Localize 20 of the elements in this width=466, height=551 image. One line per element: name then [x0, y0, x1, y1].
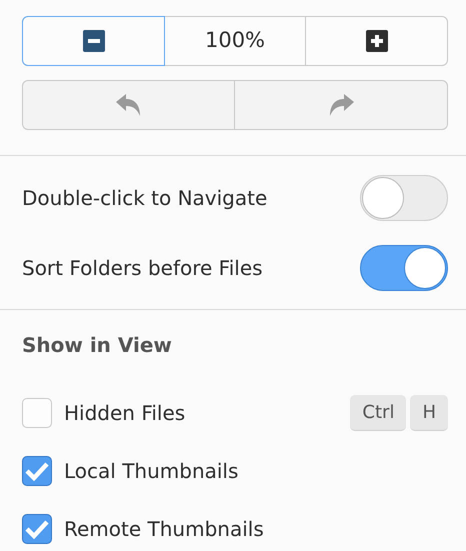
- undo-icon: [116, 94, 142, 116]
- toggle-label: Double-click to Navigate: [22, 185, 268, 212]
- toggle-label: Sort Folders before Files: [22, 255, 263, 282]
- toggle-switch[interactable]: [360, 175, 448, 221]
- minus-icon: [82, 30, 104, 52]
- zoom-in-button[interactable]: [305, 16, 448, 66]
- checkbox[interactable]: [22, 456, 52, 486]
- section-heading: Show in View: [21, 332, 173, 359]
- checkbox[interactable]: [22, 514, 52, 544]
- zoom-level-button[interactable]: 100%: [164, 16, 306, 66]
- checkbox-label: Local Thumbnails: [64, 458, 240, 485]
- toggle-switch[interactable]: [360, 245, 448, 291]
- keyboard-key: H: [410, 395, 448, 431]
- checkbox-label: Remote Thumbnails: [64, 516, 265, 543]
- checkbox-label: Hidden Files: [64, 400, 186, 427]
- zoom-out-button[interactable]: [22, 16, 165, 66]
- plus-icon: [366, 30, 388, 52]
- keyboard-key: Ctrl: [350, 395, 406, 431]
- checkbox[interactable]: [22, 398, 52, 428]
- redo-icon: [328, 94, 354, 116]
